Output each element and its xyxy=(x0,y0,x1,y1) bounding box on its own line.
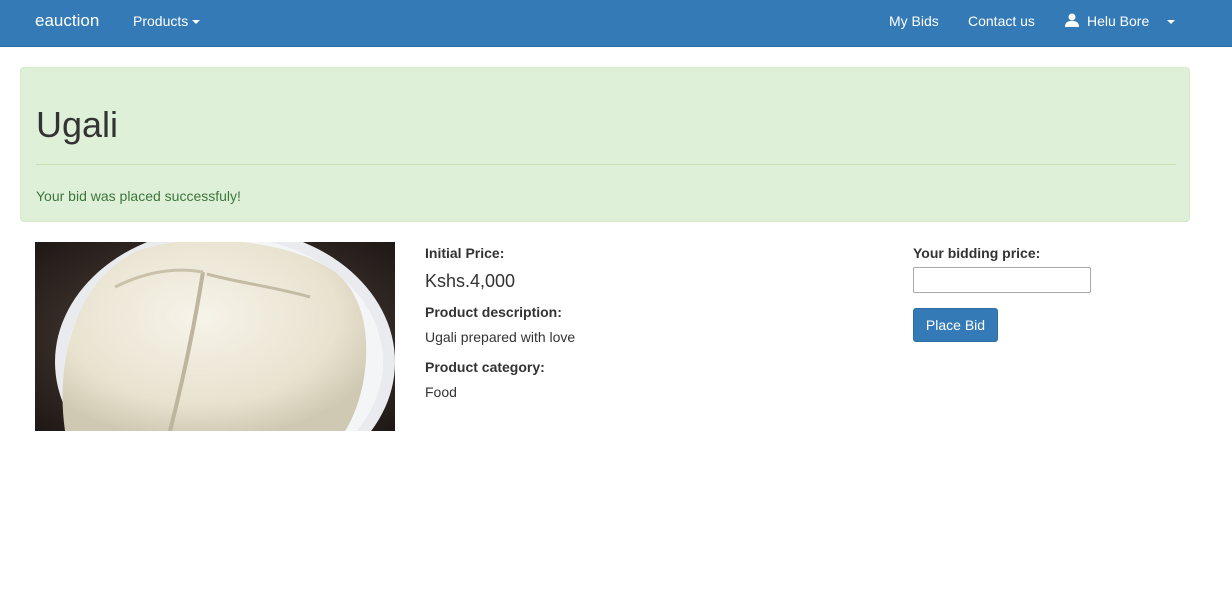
user-menu-dropdown[interactable]: Helu Bore xyxy=(1065,13,1176,29)
user-name: Helu Bore xyxy=(1087,13,1150,29)
initial-price-label: Initial Price: xyxy=(425,245,505,261)
product-image xyxy=(35,242,395,431)
initial-price-value: Kshs.4,000 xyxy=(425,271,516,291)
alert-divider xyxy=(36,164,1176,165)
products-dropdown[interactable]: Products xyxy=(133,13,201,29)
ugali-image xyxy=(35,242,395,431)
description-value: Ugali prepared with love xyxy=(425,329,576,345)
alert-message: Your bid was placed successfuly! xyxy=(36,188,241,204)
user-icon xyxy=(1065,13,1079,27)
top-navbar: eauction Products My Bids Contact us Hel… xyxy=(0,0,1232,47)
description-label: Product description: xyxy=(425,304,562,320)
chevron-down-icon xyxy=(192,20,201,25)
bid-price-label: Your bidding price: xyxy=(913,245,1041,261)
brand-link[interactable]: eauction xyxy=(35,11,99,31)
place-bid-button[interactable]: Place Bid xyxy=(913,308,998,342)
category-value: Food xyxy=(425,384,457,400)
products-label: Products xyxy=(133,13,189,29)
my-bids-link[interactable]: My Bids xyxy=(889,13,939,29)
category-label: Product category: xyxy=(425,359,545,375)
chevron-down-icon xyxy=(1167,20,1176,25)
bid-price-input[interactable] xyxy=(913,267,1091,293)
contact-link[interactable]: Contact us xyxy=(968,13,1035,29)
page-title: Ugali xyxy=(36,104,119,145)
success-alert: Ugali Your bid was placed successfuly! xyxy=(20,67,1190,222)
